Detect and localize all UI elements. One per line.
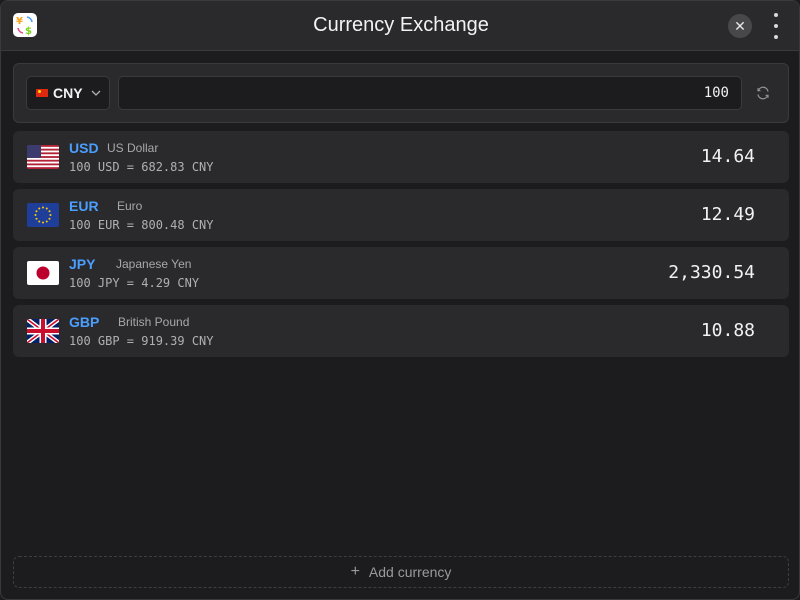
more-dot <box>774 35 778 39</box>
more-dot <box>774 13 778 17</box>
currency-code: GBP <box>69 314 100 330</box>
currency-code: EUR <box>69 198 99 214</box>
plus-icon: + <box>350 563 360 580</box>
converter-input-panel: CNY <box>13 63 789 123</box>
list-item[interactable]: USD US Dollar 100 USD = 682.83 CNY 14.64 <box>13 131 789 183</box>
close-button[interactable]: ✕ <box>728 14 752 38</box>
currency-name: Japanese Yen <box>116 257 192 271</box>
exchange-rate: 100 EUR = 800.48 CNY <box>69 218 214 232</box>
add-currency-button[interactable]: + Add currency <box>13 556 789 588</box>
refresh-icon[interactable] <box>754 84 772 102</box>
list-item[interactable]: JPY Japanese Yen 100 JPY = 4.29 CNY 2,33… <box>13 247 789 299</box>
list-item[interactable]: EUR Euro 100 EUR = 800.48 CNY 12.49 <box>13 189 789 241</box>
exchange-rate: 100 JPY = 4.29 CNY <box>69 276 200 290</box>
exchange-rate: 100 USD = 682.83 CNY <box>69 160 214 174</box>
add-currency-label: Add currency <box>368 564 452 580</box>
converted-amount: 10.88 <box>700 320 755 341</box>
gb-flag-icon <box>27 319 59 343</box>
converted-amount: 12.49 <box>700 204 755 225</box>
currency-code: USD <box>69 140 99 156</box>
currency-name: US Dollar <box>107 141 159 155</box>
base-currency-code: CNY <box>53 85 83 101</box>
more-vertical-icon[interactable] <box>768 13 784 39</box>
converted-amount: 14.64 <box>700 146 755 167</box>
jp-flag-icon <box>27 261 59 285</box>
currency-code: JPY <box>69 256 96 272</box>
amount-input[interactable] <box>118 76 742 110</box>
cn-flag-icon <box>36 89 48 97</box>
converted-amount: 2,330.54 <box>668 262 755 283</box>
list-item[interactable]: GBP British Pound 100 GBP = 919.39 CNY 1… <box>13 305 789 357</box>
currency-name: British Pound <box>118 315 190 329</box>
app-window: ¥ $ Currency Exchange ✕ CNY 100 USD US D… <box>0 0 800 600</box>
chevron-down-icon <box>91 90 101 96</box>
rates-list: USD US Dollar 100 USD = 682.83 CNY 14.64… <box>13 131 789 363</box>
eu-flag-icon <box>27 203 59 227</box>
exchange-rate: 100 GBP = 919.39 CNY <box>69 334 214 348</box>
currency-name: Euro <box>117 199 143 213</box>
window-title: Currency Exchange <box>313 14 489 36</box>
base-currency-select[interactable]: CNY <box>26 76 110 110</box>
more-dot <box>774 24 778 28</box>
us-flag-icon <box>27 145 59 169</box>
close-icon: ✕ <box>734 17 746 34</box>
title-bar: ¥ $ Currency Exchange ✕ <box>1 1 799 51</box>
